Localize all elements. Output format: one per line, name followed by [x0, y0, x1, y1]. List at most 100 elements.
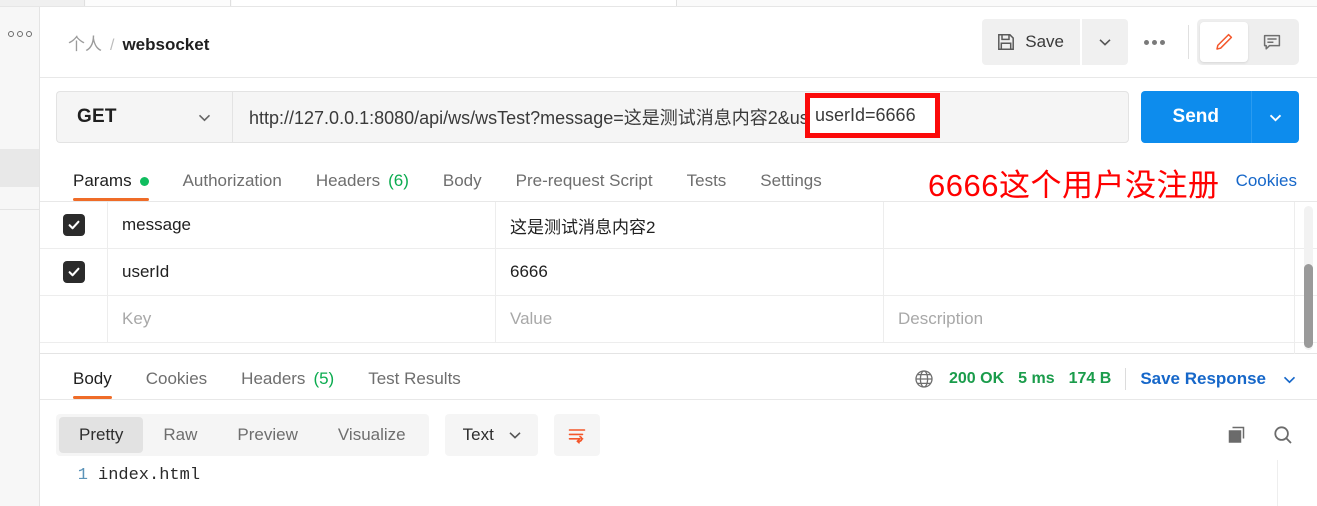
param-value[interactable]: 这是测试消息内容2 [496, 202, 884, 248]
response-body-tools [1225, 423, 1299, 447]
line-content: index.html [98, 466, 201, 485]
breadcrumb: 个人 / websocket [68, 30, 209, 55]
param-key[interactable]: message [108, 202, 496, 248]
tab-pre-request-script-label: Pre-request Script [515, 171, 653, 190]
view-mode-toggle [1197, 19, 1299, 65]
row-checkbox[interactable] [63, 308, 85, 330]
param-key[interactable]: userId [108, 249, 496, 295]
search-button[interactable] [1271, 423, 1295, 447]
header-divider [1188, 25, 1189, 59]
view-mode-visualize[interactable]: Visualize [318, 417, 426, 453]
main-panel: 个人 / websocket Save GET http://127.0.0.1… [40, 7, 1317, 506]
breadcrumb-root[interactable]: 个人 [68, 30, 102, 55]
tab-response-body-label: Body [73, 369, 112, 388]
response-status-code: 200 OK [949, 370, 1005, 387]
sidebar-active-item[interactable] [0, 149, 39, 187]
params-scrollbar-track[interactable] [1304, 206, 1313, 350]
floppy-disk-icon [996, 32, 1016, 52]
param-value-placeholder[interactable]: Value [496, 296, 884, 342]
status-divider [1125, 368, 1127, 390]
tab-settings[interactable]: Settings [743, 171, 838, 201]
word-wrap-button[interactable] [553, 413, 600, 456]
ellipsis-icon[interactable] [2, 27, 38, 41]
send-button-group: Send [1140, 91, 1299, 143]
cookies-link[interactable]: Cookies [1236, 171, 1297, 191]
left-sidebar-rail [0, 7, 40, 506]
tab-test-results[interactable]: Test Results [351, 369, 478, 399]
tab-strip-segment [232, 0, 677, 6]
save-button-label: Save [1025, 32, 1064, 51]
chevron-down-icon [506, 426, 524, 444]
tab-authorization[interactable]: Authorization [166, 171, 299, 201]
row-checkbox[interactable] [62, 261, 85, 283]
http-method-select[interactable]: GET [56, 91, 232, 143]
request-url-row: GET http://127.0.0.1:8080/api/ws/wsTest?… [40, 78, 1317, 156]
params-modified-dot [139, 176, 149, 186]
param-description[interactable] [884, 202, 1317, 248]
param-description-placeholder[interactable]: Description [884, 296, 1317, 342]
word-wrap-icon [566, 424, 588, 446]
request-url-text: http://127.0.0.1:8080/api/ws/wsTest?mess… [249, 108, 891, 128]
tab-response-headers-count: (5) [313, 369, 335, 388]
save-options-dropdown[interactable] [1082, 19, 1128, 65]
request-header: 个人 / websocket Save [40, 7, 1317, 78]
tab-body-label: Body [442, 171, 482, 190]
view-mode-pretty[interactable]: Pretty [59, 416, 144, 453]
tab-body[interactable]: Body [426, 171, 499, 201]
table-row[interactable]: message 这是测试消息内容2 [40, 202, 1317, 249]
more-actions-button[interactable] [1128, 19, 1180, 65]
comments-button[interactable] [1248, 22, 1296, 62]
response-tabs: Body Cookies Headers (5) Test Results 20… [40, 354, 1317, 400]
tab-settings-label: Settings [760, 171, 822, 190]
tab-response-body[interactable]: Body [56, 369, 129, 399]
response-body-toolbar: Pretty Raw Preview Visualize Text [40, 400, 1317, 460]
tab-response-cookies-label: Cookies [145, 369, 208, 388]
param-description[interactable] [884, 249, 1317, 295]
table-row-empty[interactable]: Key Value Description [40, 296, 1317, 343]
param-key-placeholder[interactable]: Key [108, 296, 496, 342]
tab-headers-count: (6) [388, 171, 409, 190]
search-icon [1271, 423, 1295, 447]
http-method-label: GET [77, 106, 117, 127]
table-right-border [1294, 202, 1295, 354]
tab-tests[interactable]: Tests [670, 171, 744, 201]
param-value[interactable]: 6666 [496, 249, 884, 295]
copy-icon [1225, 423, 1249, 447]
response-body-viewer[interactable]: 1 index.html [40, 460, 1317, 506]
tab-headers[interactable]: Headers (6) [299, 171, 426, 201]
response-format-label: Text [462, 424, 494, 444]
save-button[interactable]: Save [982, 19, 1080, 65]
window-tab-strip [0, 0, 1317, 7]
response-size: 174 B [1068, 370, 1112, 387]
tab-params-label: Params [73, 171, 132, 190]
annotation-note-text: 6666这个用户没注册 [928, 168, 1220, 203]
tab-params[interactable]: Params [56, 171, 166, 201]
row-enable-cell [40, 249, 108, 295]
tab-tests-label: Tests [686, 171, 727, 190]
globe-icon [913, 368, 935, 390]
response-status-bar: 200 OK 5 ms 174 B Save Response [913, 368, 1299, 390]
tab-response-headers-label: Headers [241, 369, 306, 388]
table-row[interactable]: userId 6666 [40, 249, 1317, 296]
chevron-down-icon[interactable] [1280, 370, 1299, 389]
page-title: websocket [122, 35, 210, 54]
chevron-down-icon [1096, 33, 1114, 51]
copy-button[interactable] [1225, 423, 1249, 447]
tab-headers-label: Headers [315, 171, 381, 190]
chevron-down-icon [195, 108, 214, 127]
request-url-input[interactable]: http://127.0.0.1:8080/api/ws/wsTest?mess… [232, 91, 1129, 143]
view-mode-preview[interactable]: Preview [217, 417, 317, 453]
tab-pre-request-script[interactable]: Pre-request Script [499, 171, 670, 201]
view-mode-raw[interactable]: Raw [143, 417, 217, 453]
send-options-dropdown[interactable] [1251, 91, 1299, 143]
response-format-select[interactable]: Text [444, 413, 538, 456]
row-enable-cell [40, 296, 108, 342]
tab-response-cookies[interactable]: Cookies [129, 369, 224, 399]
code-line: 1 index.html [40, 466, 1317, 485]
edit-mode-button[interactable] [1200, 22, 1248, 62]
params-scrollbar-thumb[interactable] [1304, 264, 1313, 348]
save-response-button[interactable]: Save Response [1140, 369, 1266, 389]
row-checkbox[interactable] [62, 214, 85, 236]
send-button[interactable]: Send [1140, 91, 1251, 143]
tab-response-headers[interactable]: Headers (5) [224, 369, 351, 399]
